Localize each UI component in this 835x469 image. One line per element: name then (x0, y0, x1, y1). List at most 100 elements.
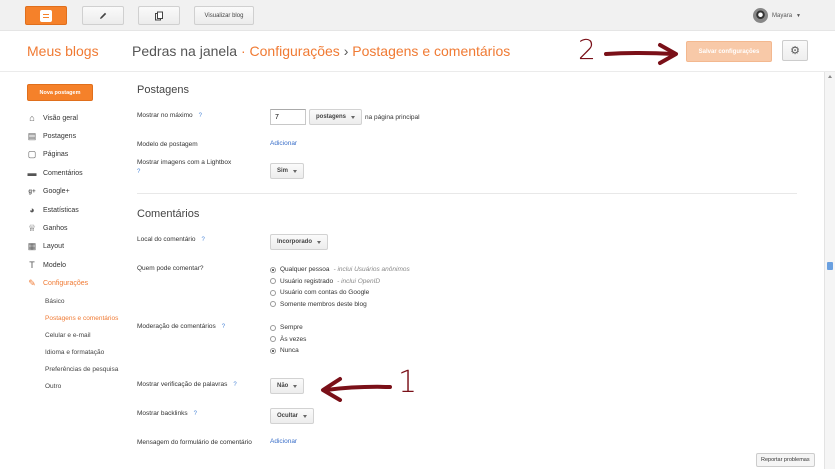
view-blog-button[interactable]: Visualizar blog (194, 6, 254, 25)
submenu-search-preferences[interactable]: Preferências de pesquisa (45, 361, 127, 378)
sidebar-item-overview[interactable]: ⌂ Visão geral (27, 109, 127, 127)
user-name: Mayara (772, 12, 793, 19)
annotation-number-2: 2 (578, 33, 596, 66)
annotation-number-1: 1 (398, 365, 418, 400)
post-template-label: Modelo de postagem (137, 141, 198, 148)
settings-submenu: Básico Postagens e comentários Celular e… (27, 293, 127, 395)
comment-location-label: Local do comentário? (137, 236, 205, 245)
lightbox-control: Sim (270, 163, 305, 179)
backlinks-select[interactable]: Ocultar (270, 408, 315, 424)
max-posts-suffix: na página principal (365, 113, 420, 121)
submenu-language-formatting[interactable]: Idioma e formatação (45, 344, 127, 361)
layout-icon: ▦ (27, 241, 37, 252)
section-divider (137, 193, 797, 194)
max-posts-unit-select[interactable]: postagens (309, 109, 363, 125)
blogger-home-button[interactable] (25, 6, 67, 25)
submenu-mobile-email[interactable]: Celular e e-mail (45, 327, 127, 344)
annotation-arrow-2 (604, 43, 678, 65)
help-icon[interactable]: ? (137, 168, 140, 177)
radio-always[interactable]: Sempre (270, 322, 306, 334)
post-template-add-link[interactable]: Adicionar (270, 140, 297, 147)
sidebar-item-label: Comentários (43, 169, 83, 177)
comment-form-message-add-link[interactable]: Adicionar (270, 438, 297, 445)
scroll-thumb[interactable] (827, 262, 833, 270)
radio-sometimes[interactable]: Às vezes (270, 334, 306, 346)
word-verification-control: Não (270, 378, 305, 394)
sidebar-item-stats[interactable]: ◕ Estatísticas (27, 201, 127, 219)
sidebar-item-template[interactable]: T Modelo (27, 256, 127, 274)
sidebar-item-label: Ganhos (43, 225, 68, 233)
user-menu[interactable]: Mayara ▼ (753, 8, 801, 23)
sidebar-item-comments[interactable]: ▬ Comentários (27, 164, 127, 182)
radio-dot (270, 266, 276, 273)
chevron-down-icon: ▼ (796, 12, 801, 19)
moderation-label: Moderação de comentários? (137, 323, 226, 332)
sidebar-item-settings[interactable]: ✎ Configurações (27, 275, 127, 293)
home-icon: ⌂ (29, 113, 35, 124)
pencil-icon (100, 12, 107, 19)
lightbox-select[interactable]: Sim (270, 163, 305, 179)
sidebar-item-posts[interactable]: ▤ Postagens (27, 127, 127, 145)
save-settings-button[interactable]: Salvar configurações (686, 41, 772, 62)
section-title-posts: Postagens (137, 84, 189, 96)
trophy-icon: ♕ (27, 223, 37, 234)
submenu-posts-comments[interactable]: Postagens e comentários (45, 310, 127, 327)
chevron-down-icon (303, 414, 308, 418)
chevron-down-icon (351, 115, 356, 119)
blogger-logo-icon (40, 9, 52, 22)
breadcrumb-posts-comments: Postagens e comentários (352, 43, 511, 59)
help-icon[interactable]: ? (199, 112, 202, 121)
help-icon[interactable]: ? (202, 236, 205, 245)
sidebar-item-label: Modelo (43, 261, 66, 269)
settings-gear-button[interactable]: ⚙ (782, 40, 808, 61)
max-posts-control: postagens na página principal (270, 109, 420, 125)
max-posts-input[interactable] (270, 109, 306, 125)
documents-icon (155, 11, 163, 20)
help-icon[interactable]: ? (222, 323, 225, 332)
report-problems-button[interactable]: Reportar problemas (756, 453, 815, 467)
radio-google-accounts[interactable]: Usuário com contas do Google (270, 287, 410, 299)
my-blogs-link[interactable]: Meus blogs (27, 43, 99, 59)
posts-icon: ▤ (27, 131, 37, 142)
comments-icon: ▬ (27, 168, 37, 179)
sidebar-item-google-plus[interactable]: g+ Google+ (27, 183, 127, 201)
radio-dot (270, 301, 276, 308)
radio-dot (270, 347, 276, 354)
sidebar-item-earnings[interactable]: ♕ Ganhos (27, 219, 127, 237)
annotation-arrow-1 (321, 377, 392, 402)
chevron-down-icon (293, 384, 298, 388)
submenu-other[interactable]: Outro (45, 378, 127, 395)
comment-location-select[interactable]: Incorporado (270, 234, 329, 250)
radio-dot (270, 278, 276, 285)
posts-list-button[interactable] (138, 6, 180, 25)
wrench-icon: ✎ (28, 278, 36, 289)
vertical-scrollbar[interactable] (824, 72, 835, 469)
help-icon[interactable]: ? (194, 410, 197, 419)
breadcrumb-arrow: › (343, 43, 349, 59)
section-title-comments: Comentários (137, 208, 200, 220)
word-verification-select[interactable]: Não (270, 378, 305, 394)
radio-dot (270, 336, 276, 343)
breadcrumb-settings[interactable]: Configurações (250, 43, 340, 59)
sidebar-item-pages[interactable]: ▢ Páginas (27, 146, 127, 164)
radio-registered-user[interactable]: Usuário registrado - inclui OpenID (270, 276, 410, 288)
radio-blog-members[interactable]: Somente membros deste blog (270, 299, 410, 311)
help-icon[interactable]: ? (233, 381, 236, 390)
chevron-down-icon (317, 240, 322, 244)
scroll-up-icon[interactable] (828, 75, 832, 78)
backlinks-label: Mostrar backlinks? (137, 410, 197, 419)
blog-name[interactable]: Pedras na janela (132, 43, 237, 59)
sidebar-item-layout[interactable]: ▦ Layout (27, 238, 127, 256)
new-post-pencil-button[interactable] (82, 6, 124, 25)
word-verification-label: Mostrar verificação de palavras? (137, 381, 237, 390)
sidebar-item-label: Visão geral (43, 114, 78, 122)
radio-anyone[interactable]: Qualquer pessoa - inclui Usuários anônim… (270, 264, 410, 276)
stats-icon: ◕ (29, 205, 35, 216)
sidebar-item-label: Páginas (43, 151, 69, 159)
new-post-button[interactable]: Nova postagem (27, 84, 93, 101)
radio-never[interactable]: Nunca (270, 345, 306, 357)
submenu-basic[interactable]: Básico (45, 293, 127, 310)
comment-form-message-label: Mensagem do formulário de comentário (137, 439, 252, 446)
breadcrumb: Pedras na janela · Configurações › Posta… (132, 43, 510, 59)
radio-dot (270, 289, 276, 296)
